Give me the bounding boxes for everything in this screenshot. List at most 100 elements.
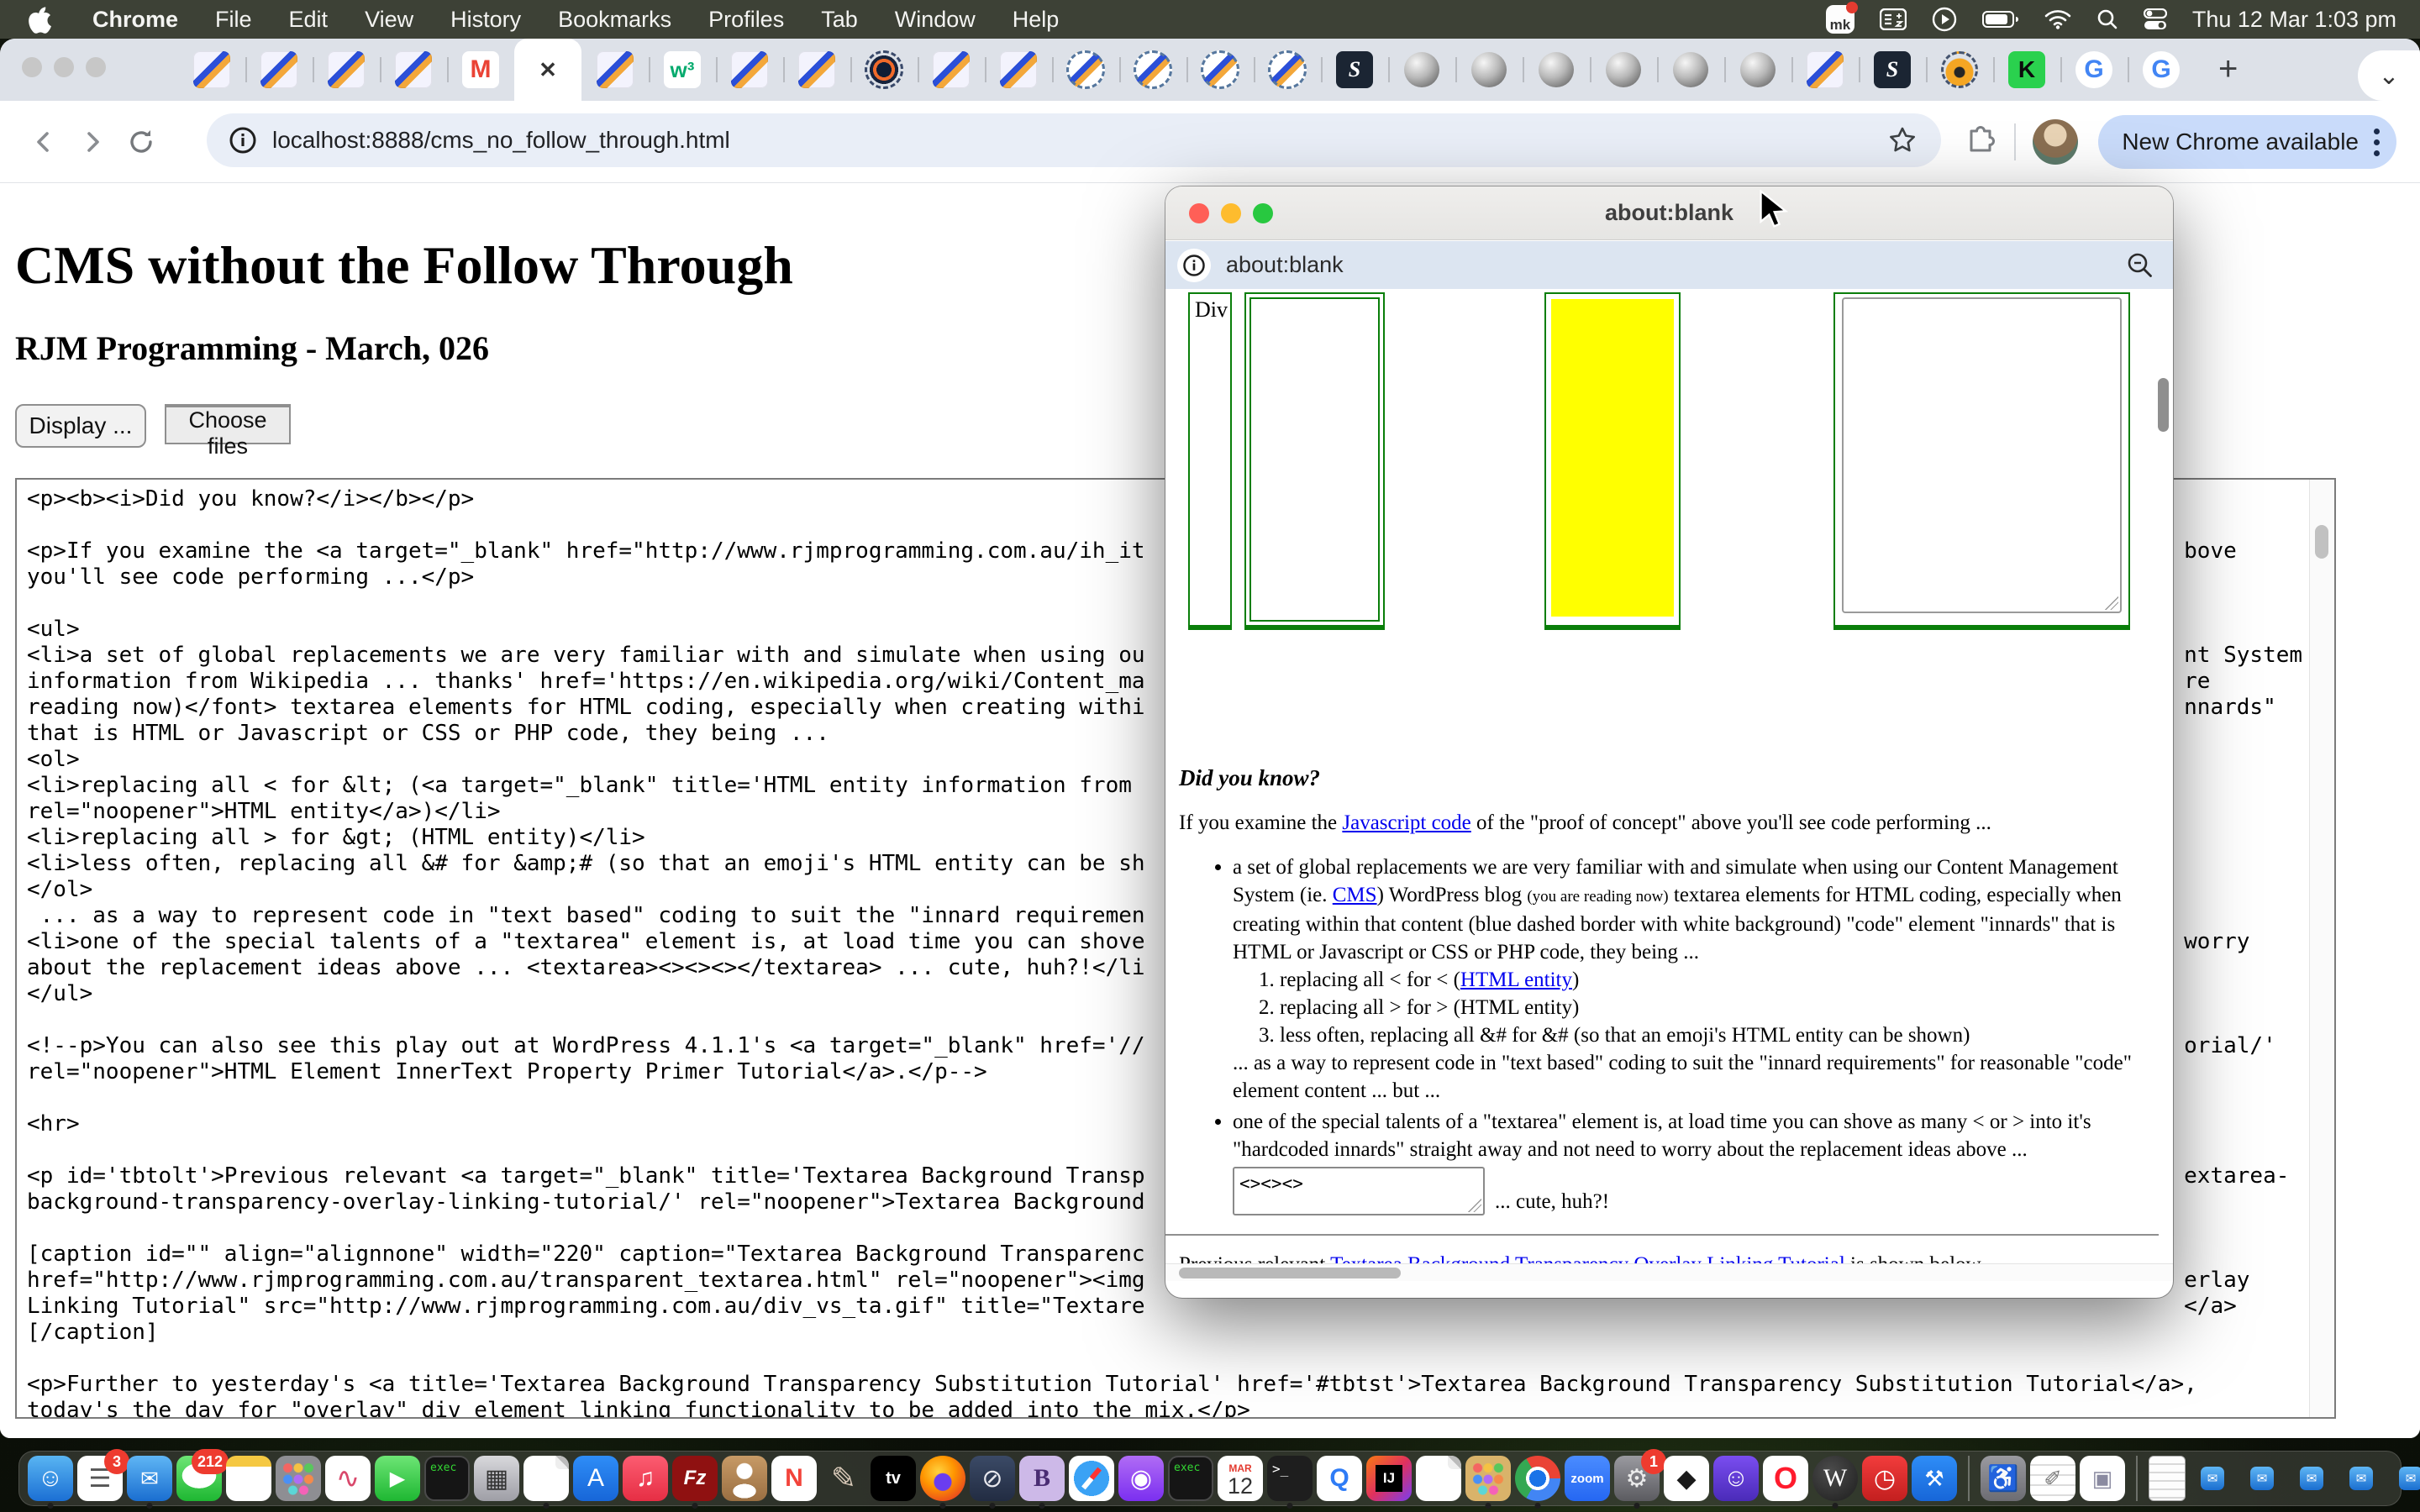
popup-close-button[interactable] [1189, 203, 1209, 223]
dock-textedit-icon[interactable]: ✐ [2030, 1456, 2075, 1501]
menu-edit[interactable]: Edit [271, 7, 347, 33]
forward-button[interactable] [74, 123, 111, 160]
dock-minimized-mail-window-icon[interactable]: ✉ [2349, 1467, 2373, 1490]
wifi-icon[interactable] [2044, 9, 2071, 29]
popup-window-controls[interactable] [1189, 203, 1273, 223]
new-chrome-pill[interactable]: New Chrome available [2098, 115, 2396, 169]
textarea-scrollbar[interactable] [2309, 480, 2334, 1417]
menu-window[interactable]: Window [876, 7, 994, 33]
tab-26[interactable]: S [1859, 39, 1926, 101]
dock-xcode-icon[interactable]: ⚒ [1912, 1456, 1957, 1501]
tab-22[interactable] [1590, 39, 1657, 101]
tab-24[interactable] [1724, 39, 1791, 101]
popup-url-text[interactable]: about:blank [1226, 252, 1344, 278]
close-icon[interactable]: ✕ [539, 57, 557, 83]
dock-exec-terminal-2-icon[interactable]: exec [1168, 1456, 1213, 1501]
dock-opera-icon[interactable]: O [1763, 1456, 1808, 1501]
dock-photos-stack-icon[interactable]: ▣ [2080, 1456, 2125, 1501]
display-button[interactable]: Display ... [15, 404, 146, 448]
site-info-icon[interactable] [229, 126, 257, 155]
dock-exec-terminal-icon[interactable]: exec [424, 1456, 470, 1501]
reload-button[interactable] [123, 123, 160, 160]
tab-19[interactable] [1388, 39, 1455, 101]
menu-view[interactable]: View [346, 7, 432, 33]
tab-12[interactable] [918, 39, 985, 101]
tab-search-chevron[interactable]: ⌄ [2358, 50, 2420, 101]
popup-zoom-icon[interactable] [2126, 251, 2154, 280]
dock-minimized-document-window-icon[interactable] [2149, 1456, 2186, 1501]
tab-13[interactable] [985, 39, 1052, 101]
menu-history[interactable]: History [432, 7, 539, 33]
tab-16[interactable] [1186, 39, 1254, 101]
tab-20[interactable] [1455, 39, 1523, 101]
menu-file[interactable]: File [197, 7, 271, 33]
popup-zoom-button[interactable] [1253, 203, 1273, 223]
dock-finder-icon[interactable]: ☺ [28, 1456, 73, 1501]
menu-help[interactable]: Help [994, 7, 1078, 33]
tab-27[interactable] [1926, 39, 1993, 101]
apple-menu-icon[interactable] [27, 5, 52, 34]
tab-15[interactable] [1119, 39, 1186, 101]
popup-vertical-scrollbar-thumb[interactable] [2158, 378, 2169, 432]
spotlight-search-icon[interactable] [2096, 8, 2118, 30]
dock-minimized-mail-window-icon[interactable]: ✉ [2201, 1467, 2224, 1490]
tab-29[interactable]: G [2060, 39, 2128, 101]
tab-1[interactable] [178, 39, 245, 101]
tab-2[interactable] [245, 39, 313, 101]
dock-firefox-icon[interactable] [920, 1456, 965, 1501]
tab-3[interactable] [313, 39, 380, 101]
popup-url-bar[interactable]: about:blank [1165, 241, 2173, 289]
dock-mail-icon[interactable]: ✉ [127, 1456, 172, 1501]
menu-bar-clock[interactable]: Thu 12 Mar 1:03 pm [2192, 7, 2396, 33]
dock-paint-palette-icon[interactable] [1465, 1456, 1511, 1501]
close-window-button[interactable] [22, 57, 42, 77]
menu-chrome[interactable]: Chrome [74, 7, 197, 33]
dock-inkscape-icon[interactable]: ◆ [1664, 1456, 1709, 1501]
status-app-icon[interactable]: mk [1826, 5, 1854, 34]
dock-gimp-icon[interactable]: ✎ [821, 1456, 866, 1501]
dock-minimized-mail-window-icon[interactable]: ✉ [2399, 1467, 2420, 1490]
dock-minimized-mail-window-icon[interactable]: ✉ [2250, 1467, 2274, 1490]
popup-horizontal-scrollbar-thumb[interactable] [1179, 1268, 1401, 1278]
popup-minimize-button[interactable] [1221, 203, 1241, 223]
battery-icon[interactable] [1982, 10, 2019, 29]
inline-link[interactable]: HTML entity [1460, 969, 1572, 991]
dock-system-settings-icon[interactable]: ⚙1 [1614, 1456, 1660, 1501]
dock-calendar-icon[interactable]: MAR12 [1218, 1456, 1263, 1501]
dock-coteditor-icon[interactable]: ☺ [1713, 1456, 1759, 1501]
dock-chrome-icon[interactable] [1515, 1456, 1560, 1501]
dock-freeform-icon[interactable]: ∿ [325, 1456, 371, 1501]
tab-30[interactable]: G [2128, 39, 2195, 101]
dock-terminal-icon[interactable]: >_ [1267, 1456, 1313, 1501]
dock-filezilla-icon[interactable]: Fz [672, 1456, 718, 1501]
keyboard-switcher-icon[interactable] [1880, 8, 1907, 30]
dock-launchpad-icon[interactable] [276, 1456, 321, 1501]
dock-accessibility-inspector-icon[interactable]: ♿ [1981, 1456, 2026, 1501]
dock-reminders-icon[interactable]: ☰3 [77, 1456, 123, 1501]
choose-files-button[interactable]: Choose files [165, 404, 291, 444]
dock-pages-document-icon[interactable] [1416, 1456, 1461, 1501]
bookmark-star-icon[interactable] [1887, 125, 1918, 155]
tab-7[interactable] [581, 39, 649, 101]
popup-title-bar[interactable]: about:blank [1165, 186, 2173, 240]
dock-calculator-icon[interactable]: ▦ [474, 1456, 519, 1501]
dock-app-store-icon[interactable]: A [573, 1456, 618, 1501]
dock-quicktime-icon[interactable]: Q [1317, 1456, 1362, 1501]
dock-intellij-idea-icon[interactable]: IJ [1366, 1456, 1412, 1501]
dock-minimized-mail-window-icon[interactable]: ✉ [2300, 1467, 2323, 1490]
demo-textarea[interactable]: <><><> [1233, 1167, 1485, 1215]
dock-news-icon[interactable]: N [771, 1456, 817, 1501]
minimize-window-button[interactable] [54, 57, 74, 77]
dock-messages-icon[interactable]: 212 [176, 1456, 222, 1501]
popup-site-info-icon[interactable] [1177, 249, 1211, 282]
extensions-icon[interactable] [1964, 123, 1997, 161]
dock-textedit-document-icon[interactable] [523, 1456, 569, 1501]
tab-18[interactable]: S [1321, 39, 1388, 101]
tab-17[interactable] [1254, 39, 1321, 101]
menu-profiles[interactable]: Profiles [690, 7, 802, 33]
dock-contacts-icon[interactable] [722, 1456, 767, 1501]
tab-5[interactable]: M [447, 39, 514, 101]
tab-4[interactable] [380, 39, 447, 101]
dock-facetime-icon[interactable]: ▶ [375, 1456, 420, 1501]
popup-horizontal-scrollbar[interactable] [1165, 1263, 2173, 1281]
